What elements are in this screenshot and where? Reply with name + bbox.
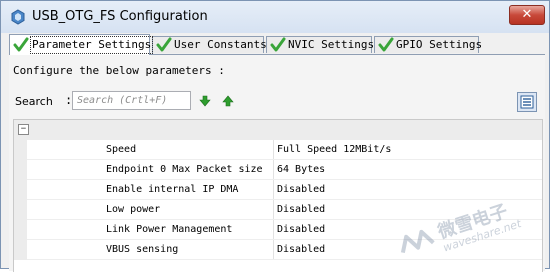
param-value[interactable]: Disabled: [277, 204, 325, 215]
tab-gpio-settings[interactable]: GPIO Settings: [374, 36, 483, 53]
param-name: Endpoint 0 Max Packet size: [106, 164, 263, 175]
check-icon: [13, 37, 29, 52]
param-name: Low power: [106, 204, 161, 215]
window-title: USB_OTG_FS Configuration: [32, 9, 208, 24]
list-view-icon: [520, 95, 534, 109]
param-value[interactable]: Disabled: [277, 244, 325, 255]
row-gutter: [14, 240, 27, 260]
column-divider: [273, 140, 274, 160]
tab-label: Parameter Settings: [29, 36, 154, 54]
param-value[interactable]: Disabled: [277, 224, 325, 235]
search-label: Search: [15, 95, 53, 108]
column-divider: [273, 180, 274, 200]
search-input[interactable]: Search (Crtl+F): [72, 91, 191, 110]
table-row[interactable]: Enable internal IP DMA Disabled: [14, 180, 542, 200]
tab-label: NVIC Settings: [288, 38, 375, 51]
tab-user-constants[interactable]: User Constants: [152, 36, 267, 53]
arrow-up-icon[interactable]: [222, 95, 234, 107]
column-divider: [273, 200, 274, 220]
tab-label: User Constants: [174, 38, 267, 51]
list-view-button[interactable]: [517, 92, 537, 112]
table-row[interactable]: Speed Full Speed 12MBit/s: [14, 140, 542, 160]
group-header-row: −: [14, 120, 542, 140]
param-name: Speed: [106, 144, 137, 155]
check-icon: [270, 37, 286, 52]
param-name: VBUS sensing: [106, 244, 179, 255]
collapse-toggle[interactable]: −: [18, 124, 29, 135]
column-divider: [273, 160, 274, 180]
table-row[interactable]: Endpoint 0 Max Packet size 64 Bytes: [14, 160, 542, 180]
row-gutter: [14, 220, 27, 240]
title-bar[interactable]: USB_OTG_FS Configuration ✕: [1, 1, 549, 33]
row-gutter: [14, 200, 27, 220]
tab-nvic-settings[interactable]: NVIC Settings: [266, 36, 375, 53]
waveshare-watermark: 微雪电子 waveshare.net: [400, 200, 524, 255]
row-gutter: [14, 160, 27, 180]
check-icon: [156, 37, 172, 52]
configure-instructions: Configure the below parameters :: [13, 64, 225, 77]
param-name: Link Power Management: [106, 224, 233, 235]
configuration-window: USB_OTG_FS Configuration ✕ Parameter Set…: [0, 0, 550, 272]
tab-parameter-settings[interactable]: Parameter Settings: [9, 34, 154, 55]
param-value[interactable]: Full Speed 12MBit/s: [277, 144, 391, 155]
app-icon: [11, 9, 25, 25]
param-value[interactable]: 64 Bytes: [277, 164, 325, 175]
column-divider: [273, 240, 274, 260]
close-button[interactable]: ✕: [509, 5, 545, 25]
row-gutter: [14, 140, 27, 160]
arrow-down-icon[interactable]: [199, 95, 211, 107]
column-divider: [273, 220, 274, 240]
row-gutter: [14, 180, 27, 200]
tab-label: GPIO Settings: [396, 38, 483, 51]
check-icon: [378, 37, 394, 52]
param-name: Enable internal IP DMA: [106, 184, 239, 195]
param-value[interactable]: Disabled: [277, 184, 325, 195]
